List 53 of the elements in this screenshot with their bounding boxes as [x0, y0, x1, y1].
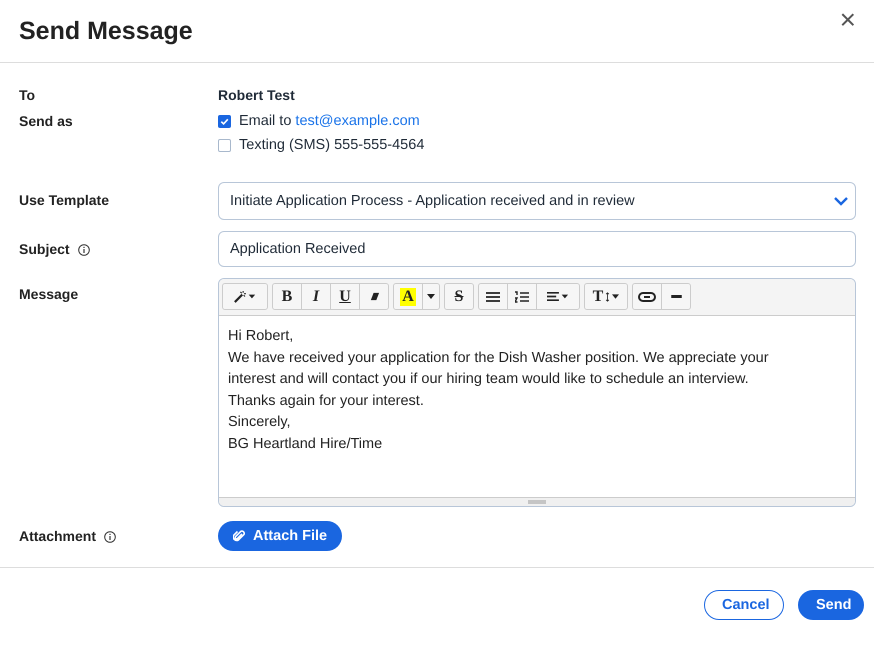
- size-button[interactable]: T: [584, 283, 628, 310]
- option-label: Texting (SMS) 555-555-4564: [239, 137, 424, 153]
- message-line: BG Heartland Hire/Time: [228, 434, 384, 454]
- resize-handle-icon[interactable]: [528, 500, 546, 504]
- link-icon: [638, 292, 656, 302]
- bullet-list-icon: [486, 290, 500, 302]
- eraser-icon: [368, 291, 380, 302]
- attach-file-button[interactable]: Attach File: [218, 521, 342, 551]
- close-button[interactable]: ×: [840, 6, 856, 34]
- email-link[interactable]: test@example.com: [295, 113, 420, 129]
- format-button[interactable]: S: [444, 283, 474, 310]
- option-label: Email to test@example.com: [239, 113, 420, 129]
- format-button[interactable]: U: [330, 283, 360, 310]
- align-icon: [547, 291, 569, 302]
- caret-icon: [612, 294, 620, 299]
- magic-button[interactable]: [222, 283, 268, 310]
- magic-wand-icon: [233, 290, 257, 303]
- message-editor[interactable]: [218, 278, 856, 507]
- caret-icon: [427, 294, 435, 299]
- info-icon[interactable]: [78, 244, 90, 256]
- field-label: Subject: [19, 241, 70, 257]
- link-button[interactable]: [632, 283, 662, 310]
- chevron-down-icon: [833, 196, 849, 206]
- subject-field[interactable]: Application Received: [218, 231, 856, 267]
- dialog-title: Send Message: [19, 16, 193, 46]
- message-line: Thanks again for your interest.: [228, 392, 425, 410]
- format-button[interactable]: I: [301, 283, 331, 310]
- checkbox[interactable]: [218, 138, 231, 152]
- info-icon[interactable]: [104, 530, 116, 542]
- ul-button[interactable]: [478, 283, 508, 310]
- align-button[interactable]: [536, 283, 580, 310]
- field-label: Message: [19, 285, 80, 302]
- ol-button[interactable]: [507, 283, 537, 310]
- message-line: Hi Robert,: [228, 327, 294, 346]
- send-button[interactable]: Send: [798, 590, 864, 620]
- message-line: Sincerely,: [228, 413, 292, 432]
- message-line: We have received your application for the Dish Washer position. We appreciate your interest and will contact you if our hiring team would like to schedule an interview.: [228, 348, 770, 389]
- highlight-button[interactable]: A: [393, 283, 423, 310]
- cancel-button[interactable]: Cancel: [704, 590, 784, 620]
- recipient-name: Robert Test: [218, 87, 295, 103]
- field-label: Attachment: [19, 528, 96, 544]
- caret-button[interactable]: [422, 283, 440, 310]
- numbered-list-icon: [515, 290, 529, 302]
- field-label: Use Template: [19, 192, 110, 208]
- paperclip-icon: [233, 529, 245, 543]
- checkbox[interactable]: [218, 114, 231, 128]
- format-button[interactable]: B: [272, 283, 302, 310]
- template-select[interactable]: Initiate Application Process - Application received and in review: [218, 182, 856, 220]
- hr-button[interactable]: [661, 283, 691, 310]
- up-down-arrow-icon: [604, 290, 612, 302]
- field-label: Send as: [19, 113, 74, 129]
- eraser-button[interactable]: [359, 283, 389, 310]
- field-label: To: [19, 87, 36, 103]
